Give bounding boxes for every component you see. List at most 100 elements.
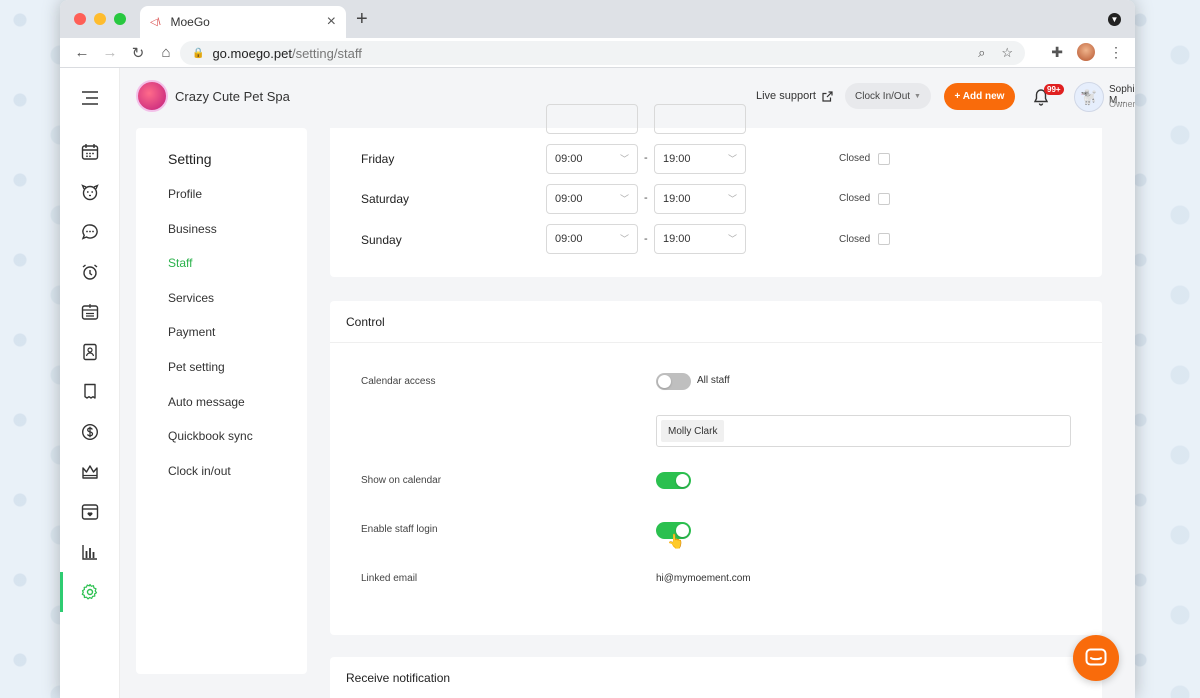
dog-face-icon[interactable] xyxy=(78,180,102,204)
staff-badge-icon[interactable] xyxy=(78,340,102,364)
user-role: Owner xyxy=(1109,99,1135,109)
toggle-knob xyxy=(658,375,671,388)
sunday-end-select[interactable]: 19:00 ﹀ xyxy=(654,224,746,254)
friday-closed-checkbox[interactable] xyxy=(878,153,890,165)
hand-cursor-icon: 👆 xyxy=(667,533,685,549)
friday-closed-label: Closed xyxy=(839,153,871,164)
address-bar[interactable]: 🔒 go.moego.pet/setting/staff ⌕ ☆ xyxy=(180,41,1025,65)
settings-item-clock-in-out[interactable]: Clock in/out xyxy=(168,464,231,478)
new-tab-icon[interactable]: + xyxy=(356,8,368,31)
back-icon[interactable]: ← xyxy=(68,44,96,61)
all-staff-label: All staff xyxy=(697,375,730,386)
business-avatar[interactable] xyxy=(136,80,168,112)
control-title: Control xyxy=(346,315,385,329)
tab-strip: ◁\ MoeGo × + ▼ xyxy=(60,0,1135,38)
settings-item-auto-message[interactable]: Auto message xyxy=(168,395,245,409)
calendar-heart-icon[interactable] xyxy=(78,500,102,524)
dollar-icon[interactable] xyxy=(78,420,102,444)
sunday-start-select[interactable]: 09:00 ﹀ xyxy=(546,224,638,254)
forward-icon[interactable]: → xyxy=(96,44,124,61)
notification-count-badge: 99+ xyxy=(1044,84,1064,95)
browser-tab[interactable]: ◁\ MoeGo × xyxy=(140,6,346,38)
gear-icon[interactable] xyxy=(78,580,102,604)
maximize-window-button[interactable] xyxy=(114,13,126,25)
settings-item-services[interactable]: Services xyxy=(168,291,214,305)
show-on-calendar-label: Show on calendar xyxy=(361,475,442,486)
clock-in-out-button[interactable]: Clock In/Out ▼ xyxy=(845,83,931,109)
settings-item-staff[interactable]: Staff xyxy=(168,256,192,270)
alarm-clock-icon[interactable] xyxy=(78,260,102,284)
day-label-sunday: Sunday xyxy=(361,233,402,247)
saturday-closed-checkbox[interactable] xyxy=(878,193,890,205)
browser-profile-avatar[interactable] xyxy=(1077,43,1095,61)
active-nav-indicator xyxy=(60,572,63,612)
saturday-start-select[interactable]: 09:00 ﹀ xyxy=(546,184,638,214)
friday-start-select[interactable]: 09:00 ﹀ xyxy=(546,144,638,174)
chat-bubble-icon xyxy=(1085,648,1107,666)
bar-chart-icon[interactable] xyxy=(78,540,102,564)
url-host: go.moego.pet xyxy=(212,45,292,61)
live-support-label: Live support xyxy=(756,90,816,102)
close-window-button[interactable] xyxy=(74,13,86,25)
sunday-start-value: 09:00 xyxy=(555,233,583,245)
sunday-closed-checkbox[interactable] xyxy=(878,233,890,245)
business-name[interactable]: Crazy Cute Pet Spa xyxy=(175,89,290,104)
receive-notification-panel: Receive notification xyxy=(330,657,1102,698)
saturday-start-value: 09:00 xyxy=(555,193,583,205)
tab-title: MoeGo xyxy=(170,15,210,29)
support-chat-button[interactable] xyxy=(1073,635,1119,681)
extensions-puzzle-icon[interactable]: ✚ xyxy=(1051,44,1063,61)
calendar-access-label: Calendar access xyxy=(361,376,436,387)
settings-item-payment[interactable]: Payment xyxy=(168,325,215,339)
thursday-start-select[interactable] xyxy=(546,104,638,134)
receipt-icon[interactable] xyxy=(78,380,102,404)
selected-staff-tag[interactable]: Molly Clark xyxy=(661,420,725,442)
external-link-icon xyxy=(822,90,833,102)
tab-search-icon[interactable]: ▼ xyxy=(1108,13,1121,26)
day-label-saturday: Saturday xyxy=(361,192,410,206)
crown-icon[interactable] xyxy=(78,460,102,484)
browser-toolbar: ← → ↻ ⌂ 🔒 go.moego.pet/setting/staff ⌕ ☆… xyxy=(60,38,1135,68)
app-area: Crazy Cute Pet Spa Live support Clock In… xyxy=(60,68,1135,698)
working-hours-panel: Friday 09:00 ﹀ - 19:00 ﹀ Closed Saturday… xyxy=(330,104,1102,277)
receive-notification-title: Receive notification xyxy=(346,671,451,685)
reload-icon[interactable]: ↻ xyxy=(124,44,152,62)
add-new-button[interactable]: + Add new xyxy=(944,83,1015,110)
calendar-icon[interactable] xyxy=(78,140,102,164)
schedule-icon[interactable] xyxy=(78,300,102,324)
friday-end-value: 19:00 xyxy=(663,153,691,165)
time-separator: - xyxy=(644,152,648,164)
settings-item-business[interactable]: Business xyxy=(168,222,217,236)
minimize-window-button[interactable] xyxy=(94,13,106,25)
show-on-calendar-toggle[interactable] xyxy=(656,472,691,489)
url-path: /setting/staff xyxy=(291,45,362,61)
friday-end-select[interactable]: 19:00 ﹀ xyxy=(654,144,746,174)
browser-menu-icon[interactable]: ⋮ xyxy=(1109,44,1123,61)
bookmark-star-icon[interactable]: ☆ xyxy=(1001,45,1013,61)
settings-item-quickbook-sync[interactable]: Quickbook sync xyxy=(168,429,253,443)
user-avatar[interactable]: 🐩 xyxy=(1074,82,1104,112)
all-staff-toggle[interactable] xyxy=(656,373,691,390)
left-nav xyxy=(60,68,120,698)
live-support-link[interactable]: Live support xyxy=(756,90,833,102)
zoom-icon[interactable]: ⌕ xyxy=(978,45,985,61)
staff-multiselect[interactable]: Molly Clark xyxy=(656,415,1071,447)
settings-item-pet-setting[interactable]: Pet setting xyxy=(168,360,225,374)
settings-title: Setting xyxy=(168,151,212,167)
thursday-end-select[interactable] xyxy=(654,104,746,134)
chat-icon[interactable] xyxy=(78,220,102,244)
divider xyxy=(330,342,1102,343)
saturday-closed-label: Closed xyxy=(839,193,871,204)
home-icon[interactable]: ⌂ xyxy=(152,44,180,61)
saturday-end-select[interactable]: 19:00 ﹀ xyxy=(654,184,746,214)
linked-email-value: hi@mymoement.com xyxy=(656,573,751,584)
menu-collapse-icon[interactable] xyxy=(78,86,102,110)
sunday-end-value: 19:00 xyxy=(663,233,691,245)
settings-item-profile[interactable]: Profile xyxy=(168,187,202,201)
sunday-closed-label: Closed xyxy=(839,234,871,245)
saturday-end-value: 19:00 xyxy=(663,193,691,205)
chevron-down-icon: ﹀ xyxy=(619,234,629,244)
tab-close-icon[interactable]: × xyxy=(327,13,336,31)
chevron-down-icon: ﹀ xyxy=(619,154,629,164)
friday-start-value: 09:00 xyxy=(555,153,583,165)
